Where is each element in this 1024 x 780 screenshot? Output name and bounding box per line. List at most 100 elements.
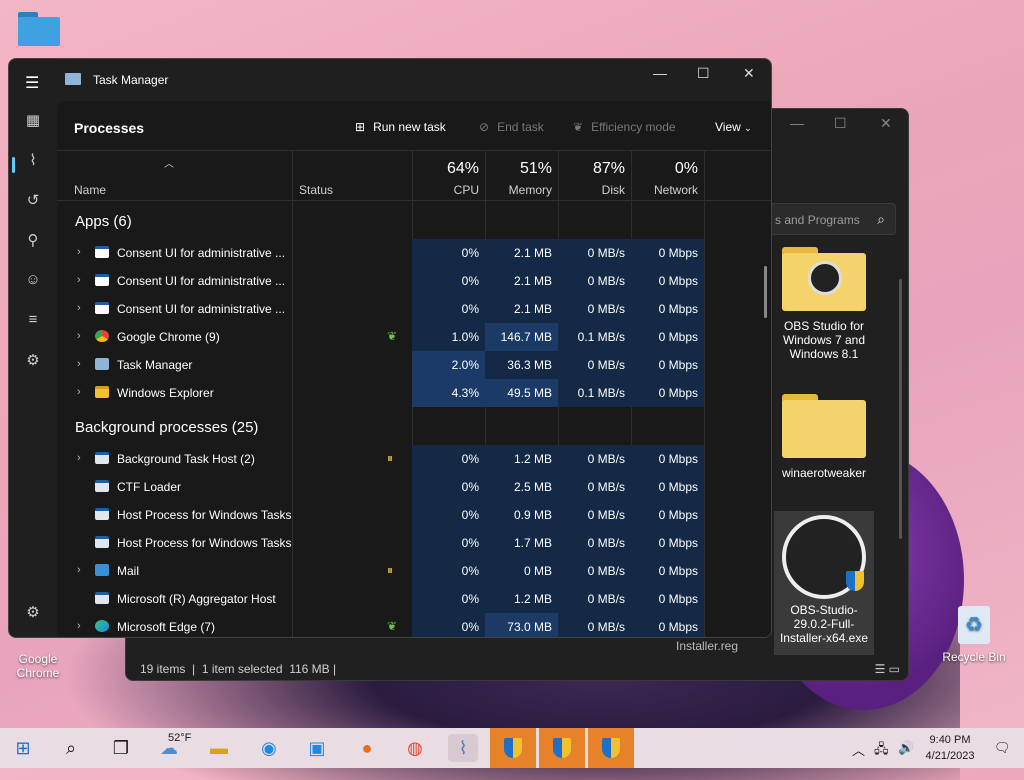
services-icon[interactable]: ⚙ [23,351,43,369]
memory-cell: 1.7 MB [485,529,558,557]
table-row[interactable]: › Consent UI for administrative ... 0% 2… [57,295,771,323]
hamburger-menu-icon[interactable]: ☰ [25,73,39,93]
chrome-icon [95,330,109,342]
end-task-button[interactable]: ⊘ End task [479,120,544,134]
view-dropdown[interactable]: View ⌄ [715,120,752,134]
chevron-right-icon[interactable]: › [77,330,81,342]
title-bar[interactable]: ☰ Task Manager — ☐ ✕ [9,59,771,101]
chevron-right-icon[interactable]: › [77,452,81,464]
cpu-cell: 0% [412,239,485,267]
details-icon[interactable]: ≡ [23,311,43,328]
table-row[interactable]: › Background Task Host (2) ⏸ 0% 1.2 MB 0… [57,445,771,473]
users-icon[interactable]: ☺ [23,271,43,288]
search-icon[interactable]: ⌕ [877,211,885,228]
chevron-right-icon[interactable]: › [77,302,81,314]
table-row[interactable]: › Windows Explorer 4.3% 49.5 MB 0.1 MB/s… [57,379,771,407]
chevron-right-icon[interactable]: › [77,564,81,576]
close-icon[interactable]: ✕ [743,65,755,82]
table-row[interactable]: Host Process for Windows Tasks 0% 0.9 MB… [57,501,771,529]
table-row[interactable]: › Consent UI for administrative ... 0% 2… [57,239,771,267]
file-explorer-icon[interactable]: ▬ [204,734,234,762]
sort-arrow-icon[interactable]: ︿ [164,155,174,170]
header-memory[interactable]: Memory [485,183,552,197]
efficiency-mode-button[interactable]: ❦ Efficiency mode [573,120,676,134]
memory-cell: 1.2 MB [485,585,558,613]
file-item[interactable]: OBS Studio for Windows 7 and Windows 8.1 [774,247,874,361]
chevron-right-icon[interactable]: › [77,358,81,370]
minimize-icon[interactable]: — [790,115,804,131]
task-view-icon[interactable]: ❐ [106,734,136,762]
header-disk[interactable]: Disk [558,183,625,197]
recycle-bin-icon: ♻ [958,606,990,644]
table-row[interactable]: Microsoft (R) Aggregator Host 0% 1.2 MB … [57,585,771,613]
group-header-apps[interactable]: Apps (6) [75,213,132,230]
header-cpu-pct[interactable]: 64% [412,160,479,178]
chevron-right-icon[interactable]: › [77,386,81,398]
memory-cell: 2.1 MB [485,295,558,323]
chevron-right-icon[interactable]: › [77,274,81,286]
uac-shield-icon[interactable] [490,728,536,768]
maximize-icon[interactable]: ☐ [834,115,847,132]
scrollbar[interactable] [899,279,902,539]
search-input[interactable]: s and Programs ⌕ [766,203,896,235]
table-row[interactable]: › Microsoft Edge (7) ❦ 0% 73.0 MB 0 MB/s… [57,613,771,637]
header-net-pct[interactable]: 0% [631,160,698,178]
folder-icon [782,394,866,458]
service-window-icon [95,536,109,548]
notifications-icon[interactable]: 🗨 [994,740,1011,756]
scrollbar[interactable] [764,266,767,318]
firefox-icon[interactable]: ● [352,734,382,762]
start-button-windows-icon[interactable]: ⊞ [8,734,38,762]
file-item[interactable]: winaerotweaker [774,394,874,480]
maximize-icon[interactable]: ☐ [697,65,710,82]
clock[interactable]: 9:40 PM 4/21/2023 [918,732,982,764]
uac-shield-icon[interactable] [539,728,585,768]
chevron-right-icon[interactable]: › [77,246,81,258]
processes-icon[interactable]: ▦ [23,111,43,129]
table-row[interactable]: › Consent UI for administrative ... 0% 2… [57,267,771,295]
folder-icon [782,247,866,311]
clock-time: 9:40 PM [929,734,971,746]
header-status[interactable]: Status [299,183,333,197]
desktop-icon-chrome[interactable]: Google Chrome [0,652,78,680]
chrome-icon[interactable]: ◍ [400,734,430,762]
search-icon[interactable]: ⌕ [56,734,86,762]
header-mem-pct[interactable]: 51% [485,160,552,178]
settings-icon[interactable]: ⚙ [23,603,43,621]
disk-cell: 0 MB/s [558,529,631,557]
process-name: Microsoft Edge (7) [117,620,216,634]
view-toggle[interactable]: ☰ ▭ [875,662,900,676]
table-row[interactable]: › Task Manager 2.0% 36.3 MB 0 MB/s 0 Mbp… [57,351,771,379]
table-row[interactable]: Host Process for Windows Tasks 0% 1.7 MB… [57,529,771,557]
table-row[interactable]: CTF Loader 0% 2.5 MB 0 MB/s 0 Mbps [57,473,771,501]
chevron-up-icon[interactable]: ︿ [852,740,865,759]
startup-apps-icon[interactable]: ⚲ [23,231,43,249]
group-header-background[interactable]: Background processes (25) [75,419,258,436]
process-name: Mail [117,564,140,578]
task-manager-icon[interactable]: ⌇ [448,734,478,762]
app-history-icon[interactable]: ↺ [23,191,43,209]
task-manager-window[interactable]: ☰ Task Manager — ☐ ✕ ▦ ⌇ ↺ ⚲ ☺ ≡ ⚙ ⚙ Pro… [8,58,772,638]
edge-icon[interactable]: ◉ [254,734,284,762]
uac-shield-icon[interactable] [588,728,634,768]
close-icon[interactable]: ✕ [880,115,892,132]
performance-icon[interactable]: ⌇ [23,151,43,169]
disk-cell: 0.1 MB/s [558,379,631,407]
volume-icon[interactable]: 🔊 [898,740,914,756]
minimize-icon[interactable]: — [653,65,667,81]
table-row[interactable]: › Mail ⏸ 0% 0 MB 0 MB/s 0 Mbps [57,557,771,585]
cpu-cell: 2.0% [412,351,485,379]
store-icon[interactable]: ▣ [302,734,332,762]
header-cpu[interactable]: CPU [412,183,479,197]
chevron-right-icon[interactable]: › [77,620,81,632]
network-icon[interactable]: 🖧 [874,740,889,762]
header-disk-pct[interactable]: 87% [558,160,625,178]
desktop-folder-icon[interactable] [18,12,60,46]
file-item-selected[interactable]: OBS-Studio-29.0.2-Full-Installer-x64.exe [774,511,874,655]
run-new-task-button[interactable]: ⊞ Run new task [355,120,446,134]
table-row[interactable]: › Google Chrome (9) ❦ 1.0% 146.7 MB 0.1 … [57,323,771,351]
process-name: Consent UI for administrative ... [117,246,286,260]
header-network[interactable]: Network [631,183,698,197]
desktop-icon-recycle-bin[interactable]: ♻ Recycle Bin [934,606,1014,664]
header-name[interactable]: Name [74,183,106,197]
